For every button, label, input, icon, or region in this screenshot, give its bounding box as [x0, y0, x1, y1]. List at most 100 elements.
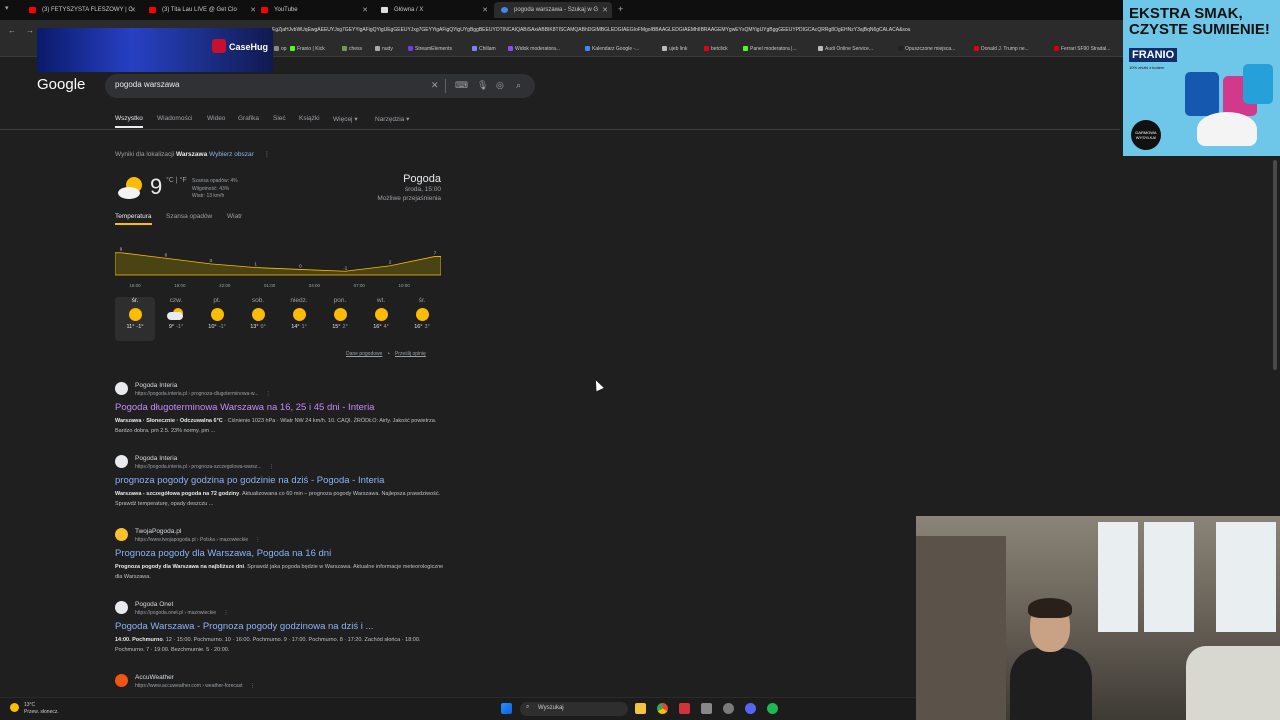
- file-explorer-icon[interactable]: [635, 703, 646, 714]
- result-site[interactable]: Pogoda Interia: [135, 455, 177, 462]
- tab-5-active[interactable]: pogoda warszawa - Szukaj w G ✕: [494, 2, 612, 18]
- result-url[interactable]: https://www.twojapogoda.pl › Polska › ma…: [135, 537, 261, 543]
- bookmark-13[interactable]: Opuszczone miejsca...: [898, 46, 955, 52]
- bookmark-10[interactable]: betclick: [704, 46, 728, 52]
- spotify-icon[interactable]: [767, 703, 778, 714]
- search-icon[interactable]: ⌕: [516, 80, 521, 91]
- search-input[interactable]: [115, 80, 415, 89]
- forecast-day[interactable]: śr. 16° 3°: [402, 297, 442, 330]
- new-tab-button[interactable]: +: [618, 4, 623, 14]
- camera-lens-icon[interactable]: ◎: [496, 80, 504, 91]
- taskbar-weather[interactable]: 13°C Przew. słonecz.: [24, 702, 59, 716]
- bookmark-8[interactable]: Kalendarz Google -...: [585, 46, 639, 52]
- result-title-link[interactable]: prognoza pogody godzina po godzinie na d…: [115, 475, 384, 486]
- scrollbar[interactable]: [1273, 160, 1277, 370]
- wall: [916, 536, 1006, 720]
- filter-images[interactable]: Grafika: [238, 115, 259, 122]
- result-title-link[interactable]: Pogoda Warszawa - Prognoza pogody godzin…: [115, 621, 373, 632]
- search-box[interactable]: ✕ ⌨ 🎙 ◎ ⌕: [105, 74, 535, 98]
- day-name: niedz.: [290, 297, 308, 304]
- taskbar-search[interactable]: ⌕ Wyszukaj: [520, 702, 628, 716]
- filter-tools[interactable]: Narzędzia ▾: [375, 115, 409, 123]
- google-logo[interactable]: Google: [37, 76, 85, 93]
- result-title-link[interactable]: Pogoda długoterminowa Warszawa na 16, 25…: [115, 402, 374, 413]
- forecast-day[interactable]: niedz. 14° 1°: [279, 297, 319, 330]
- chrome-icon[interactable]: [657, 703, 668, 714]
- microphone-icon[interactable]: 🎙: [477, 80, 488, 91]
- tab-2[interactable]: (3) Tita Lau LIVE @ Get Clo ✕: [142, 2, 260, 18]
- filter-all[interactable]: Wszystko: [115, 115, 143, 128]
- app-icon[interactable]: [679, 703, 690, 714]
- tab-list-icon[interactable]: ▾: [5, 4, 9, 12]
- weather-details: Szansa opadów: 4% Wilgotność: 43% Wiatr:…: [192, 178, 238, 201]
- filter-web[interactable]: Sieć: [273, 115, 286, 122]
- windows-start-icon[interactable]: [501, 703, 512, 714]
- bookmark-12[interactable]: Audi Online Service...: [818, 46, 873, 52]
- more-options-icon[interactable]: ⋮: [250, 683, 255, 689]
- more-options-icon[interactable]: ⋮: [264, 151, 271, 158]
- more-options-icon[interactable]: ⋮: [224, 610, 229, 616]
- tab-3[interactable]: YouTube ✕: [254, 2, 372, 18]
- close-icon[interactable]: ✕: [362, 6, 368, 14]
- forecast-day[interactable]: śr. 11° -1°: [115, 297, 155, 341]
- more-options-icon[interactable]: ⋮: [269, 464, 274, 470]
- result-title-link[interactable]: Prognoza pogody dla Warszawa, Pogoda na …: [115, 548, 331, 559]
- bookmark-5[interactable]: StreamElements: [408, 46, 452, 52]
- result-url[interactable]: https://www.accuweather.com › weather-fo…: [135, 683, 255, 689]
- result-site[interactable]: Pogoda Interia: [135, 382, 177, 389]
- choose-area-link[interactable]: Wybierz obszar: [209, 151, 254, 158]
- bookmark-4[interactable]: nudy: [375, 46, 393, 52]
- close-icon[interactable]: ✕: [482, 6, 488, 14]
- back-arrow-icon[interactable]: ←: [8, 26, 16, 35]
- forecast-day[interactable]: sob. 13° 0°: [238, 297, 278, 330]
- result-url[interactable]: https://pogoda.interia.pl › prognoza-dlu…: [135, 391, 271, 397]
- forecast-day[interactable]: wt. 16° 4°: [361, 297, 401, 330]
- forecast-day[interactable]: pt. 10° -1°: [197, 297, 237, 330]
- keyboard-icon[interactable]: ⌨: [455, 80, 468, 91]
- clear-icon[interactable]: ✕: [431, 80, 439, 91]
- bookmark-14[interactable]: Donald J. Trump ne...: [974, 46, 1029, 52]
- tab-precipitation[interactable]: Szansa opadów: [166, 213, 212, 220]
- tab-4[interactable]: Główna / X ✕: [374, 2, 492, 18]
- discord-icon[interactable]: [745, 703, 756, 714]
- close-icon[interactable]: ✕: [602, 6, 608, 14]
- temperature-label: 3: [209, 258, 212, 263]
- tab-temperature[interactable]: Temperatura: [115, 213, 152, 225]
- result-site[interactable]: Pogoda Onet: [135, 601, 173, 608]
- forward-arrow-icon[interactable]: →: [26, 26, 34, 35]
- bookmark-6[interactable]: Chillam: [472, 46, 496, 52]
- filter-news[interactable]: Wiadomości: [157, 115, 192, 122]
- kick-icon: [290, 46, 295, 51]
- temperature-unit-toggle[interactable]: °C | °F: [166, 177, 187, 184]
- more-options-icon[interactable]: ⋮: [266, 391, 271, 397]
- bookmark-1[interactable]: op: [274, 46, 287, 52]
- feedback-link[interactable]: Prześlij opinię: [395, 351, 426, 357]
- product-can: [1243, 64, 1273, 104]
- bookmark-2[interactable]: Franio | Kick: [290, 46, 325, 52]
- bookmark-11[interactable]: Panel moderatora |...: [743, 46, 797, 52]
- hour-tick-label: 19:00: [174, 283, 186, 288]
- app-icon[interactable]: [701, 703, 712, 714]
- day-low: -1°: [176, 324, 184, 330]
- close-icon[interactable]: ✕: [130, 6, 136, 14]
- bookmark-7[interactable]: Widok moderatora...: [508, 46, 560, 52]
- tab-wind[interactable]: Wiatr: [227, 213, 242, 220]
- weather-data-link[interactable]: Dane pogodowe: [346, 351, 382, 357]
- result-url[interactable]: https://pogoda.interia.pl › prognoza-szc…: [135, 464, 274, 470]
- result-site[interactable]: TwojaPogoda.pl: [135, 528, 181, 535]
- result-site[interactable]: AccuWeather: [135, 674, 174, 681]
- tab-1[interactable]: (3) FETYSZYSTA FLESZOWY | C ✕: [22, 2, 140, 18]
- result-url[interactable]: https://pogoda.onet.pl › mazowieckie ⋮: [135, 610, 229, 616]
- settings-gear-icon[interactable]: [723, 703, 734, 714]
- bookmark-15[interactable]: Ferrari SF90 Stradal...: [1054, 46, 1110, 52]
- address-bar[interactable]: EgZjaHJvbWUqEwgAEEUYJxg7GEYYigAFigQYigUE…: [272, 27, 1122, 33]
- more-options-icon[interactable]: ⋮: [256, 537, 261, 543]
- bookmark-9[interactable]: ujeb link: [662, 46, 687, 52]
- day-low: 0°: [260, 324, 266, 330]
- bookmark-3[interactable]: chess: [342, 46, 362, 52]
- filter-video[interactable]: Wideo: [207, 115, 225, 122]
- forecast-day[interactable]: pon. 15° 2°: [320, 297, 360, 330]
- forecast-day[interactable]: czw. 9° -1°: [156, 297, 196, 330]
- filter-books[interactable]: Książki: [299, 115, 320, 122]
- filter-more[interactable]: Więcej ▾: [333, 115, 358, 123]
